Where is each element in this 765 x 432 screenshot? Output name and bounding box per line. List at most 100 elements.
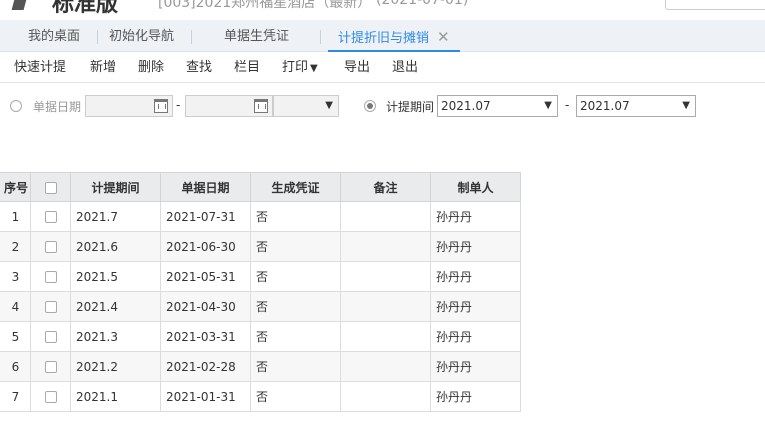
row-date: 2021-04-30	[160, 291, 251, 322]
doc-date-type-select[interactable]: ▼	[273, 95, 339, 117]
tab-bar: 我的桌面 初始化导航 单据生凭证 计提折旧与摊销 ✕	[0, 20, 765, 52]
row-voucher: 否	[250, 261, 341, 292]
product-edition: 标准版	[52, 0, 119, 17]
row-checkbox-cell	[30, 231, 71, 262]
calendar-icon[interactable]	[254, 99, 268, 113]
row-voucher: 否	[250, 231, 341, 262]
table-row[interactable]: 7 2021.1 2021-01-31 否 孙丹丹	[0, 381, 521, 412]
row-no: 4	[0, 291, 31, 322]
table-row[interactable]: 5 2021.3 2021-03-31 否 孙丹丹	[0, 321, 521, 352]
doc-date-end-input[interactable]	[185, 95, 273, 117]
row-checkbox-cell	[30, 381, 71, 412]
row-checkbox[interactable]	[44, 211, 57, 223]
export-button[interactable]: 导出	[344, 53, 370, 83]
doc-date-radio[interactable]	[10, 100, 22, 112]
range-separator: -	[565, 98, 570, 112]
row-date: 2021-07-31	[160, 201, 251, 232]
row-date: 2021-02-28	[160, 351, 251, 382]
calendar-icon[interactable]	[154, 99, 168, 113]
row-maker: 孙丹丹	[430, 261, 521, 292]
chevron-down-icon: ▼	[325, 100, 333, 111]
row-no: 7	[0, 381, 31, 412]
row-checkbox[interactable]	[44, 391, 57, 403]
tab-init-guide[interactable]: 初始化导航	[109, 20, 174, 52]
app-header: 标准版 [003]2021郑州福星酒店（最新） (2021-07-01)	[0, 0, 765, 20]
table-row[interactable]: 2 2021.6 2021-06-30 否 孙丹丹	[0, 231, 521, 262]
login-date: (2021-07-01)	[376, 0, 469, 8]
col-header-date[interactable]: 单据日期	[160, 172, 251, 202]
table-row[interactable]: 4 2021.4 2021-04-30 否 孙丹丹	[0, 291, 521, 322]
chevron-down-icon: ▼	[310, 63, 318, 74]
print-button[interactable]: 打印 ▼	[282, 53, 318, 83]
period-from-select[interactable]: 2021.07 ▼	[437, 95, 558, 117]
row-voucher: 否	[250, 381, 341, 412]
toolbar: 快速计提 新增 删除 查找 栏目 打印 ▼ 导出 退出	[0, 53, 765, 83]
row-checkbox[interactable]	[44, 361, 57, 373]
row-date: 2021-01-31	[160, 381, 251, 412]
col-header-note[interactable]: 备注	[340, 172, 431, 202]
period-to-select[interactable]: 2021.07 ▼	[576, 95, 696, 117]
chevron-down-icon: ▼	[682, 100, 690, 111]
find-button[interactable]: 查找	[186, 53, 212, 83]
col-header-no: 序号	[0, 172, 31, 202]
row-checkbox[interactable]	[44, 241, 57, 253]
delete-button[interactable]: 删除	[138, 53, 164, 83]
chevron-down-icon: ▼	[544, 100, 552, 111]
row-checkbox-cell	[30, 351, 71, 382]
quick-accrue-button[interactable]: 快速计提	[14, 53, 66, 83]
tab-doc-to-voucher[interactable]: 单据生凭证	[224, 20, 289, 52]
add-button[interactable]: 新增	[90, 53, 116, 83]
doc-date-start-input[interactable]	[85, 95, 173, 117]
exit-button[interactable]: 退出	[392, 53, 418, 83]
select-all-checkbox-cell	[30, 172, 71, 202]
row-voucher: 否	[250, 291, 341, 322]
row-maker: 孙丹丹	[430, 231, 521, 262]
range-separator: -	[176, 98, 181, 112]
tab-my-desktop[interactable]: 我的桌面	[28, 20, 80, 52]
row-checkbox[interactable]	[44, 301, 57, 313]
close-icon[interactable]: ✕	[437, 28, 450, 46]
select-all-checkbox[interactable]	[44, 181, 57, 194]
logo-icon	[11, 0, 29, 10]
row-no: 1	[0, 201, 31, 232]
row-voucher: 否	[250, 201, 341, 232]
row-period: 2021.2	[70, 351, 161, 382]
row-checkbox-cell	[30, 261, 71, 292]
row-no: 5	[0, 321, 31, 352]
table-header-row: 序号 计提期间 单据日期 生成凭证 备注 制单人	[0, 172, 521, 202]
tab-depreciation[interactable]: 计提折旧与摊销 ✕	[328, 20, 460, 52]
row-period: 2021.1	[70, 381, 161, 412]
table-row[interactable]: 6 2021.2 2021-02-28 否 孙丹丹	[0, 351, 521, 382]
period-radio[interactable]	[364, 100, 376, 112]
col-header-maker[interactable]: 制单人	[430, 172, 521, 202]
col-header-voucher[interactable]: 生成凭证	[250, 172, 341, 202]
row-maker: 孙丹丹	[430, 321, 521, 352]
row-note	[340, 351, 431, 382]
row-maker: 孙丹丹	[430, 381, 521, 412]
row-maker: 孙丹丹	[430, 291, 521, 322]
table-row[interactable]: 3 2021.5 2021-05-31 否 孙丹丹	[0, 261, 521, 292]
row-maker: 孙丹丹	[430, 351, 521, 382]
row-maker: 孙丹丹	[430, 201, 521, 232]
tab-divider	[97, 30, 98, 44]
header-search-input[interactable]	[665, 0, 765, 10]
company-name: [003]2021郑州福星酒店（最新）	[158, 0, 372, 11]
row-note	[340, 381, 431, 412]
row-date: 2021-03-31	[160, 321, 251, 352]
tab-divider	[320, 30, 321, 44]
depreciation-table: 序号 计提期间 单据日期 生成凭证 备注 制单人 1 2021.7 2021-0…	[0, 172, 521, 412]
row-note	[340, 231, 431, 262]
row-checkbox-cell	[30, 201, 71, 232]
row-voucher: 否	[250, 321, 341, 352]
table-row[interactable]: 1 2021.7 2021-07-31 否 孙丹丹	[0, 201, 521, 232]
row-checkbox[interactable]	[44, 271, 57, 283]
row-date: 2021-06-30	[160, 231, 251, 262]
row-no: 3	[0, 261, 31, 292]
columns-button[interactable]: 栏目	[234, 53, 260, 83]
col-header-period[interactable]: 计提期间	[70, 172, 161, 202]
row-checkbox[interactable]	[44, 331, 57, 343]
row-note	[340, 321, 431, 352]
period-label: 计提期间	[386, 100, 435, 114]
row-period: 2021.5	[70, 261, 161, 292]
row-period: 2021.4	[70, 291, 161, 322]
